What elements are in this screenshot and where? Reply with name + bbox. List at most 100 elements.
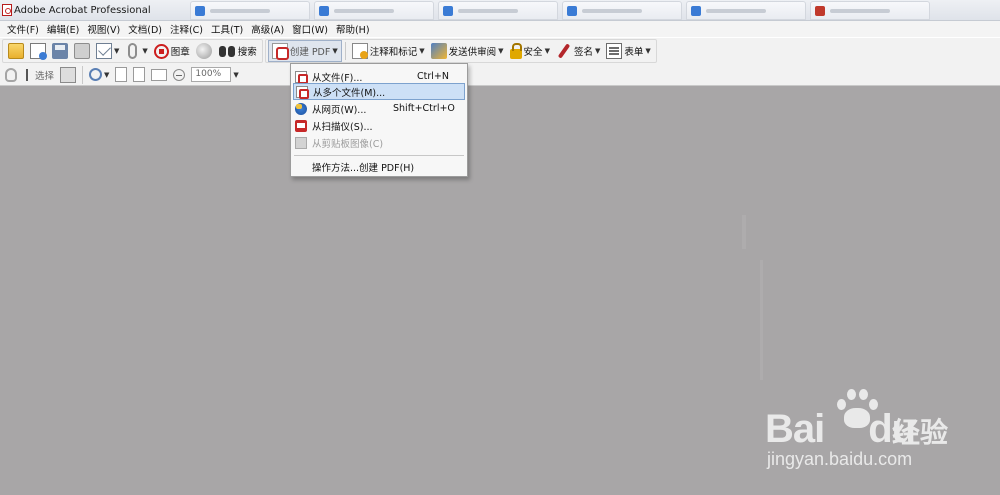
menu-from-clipboard: 从剪贴板图像(C) [293, 134, 465, 151]
menu-view[interactable]: 视图(V) [83, 22, 124, 36]
create-pdf-button[interactable]: 创建 PDF ▼ [267, 40, 342, 62]
select-tool-button[interactable]: 选择 [20, 64, 57, 86]
pdf-page-icon [296, 85, 309, 99]
page-icon [115, 67, 128, 82]
fit-page-icon [133, 67, 146, 82]
comment-icon [351, 43, 368, 59]
main-toolbar: ▼ ▼ 图章 搜索 创建 PDF ▼ 注释和标记 ▼ 发送供审阅 ▼ 安全 ▼ 签名 ▼ … [0, 37, 1000, 64]
hand-tool-button[interactable] [2, 64, 20, 86]
search-label: 搜索 [237, 47, 257, 58]
toolbar-separator [344, 42, 346, 60]
menu-item-label: 从网页(W)... [312, 104, 367, 116]
zoom-level-input[interactable]: 100% [191, 67, 232, 82]
organizer-icon [30, 43, 47, 60]
menu-item-label: 操作方法...创建 PDF(H) [312, 162, 415, 174]
forms-button[interactable]: 表单 ▼ [603, 40, 653, 62]
email-button[interactable]: ▼ [93, 40, 122, 62]
zoom-out-icon [173, 68, 186, 81]
background-tab[interactable] [686, 1, 806, 20]
form-icon [606, 43, 623, 59]
zoom-out-button[interactable] [170, 64, 188, 86]
baidu-jingyan-watermark: Bai du 经验 jingyan.baidu.com [765, 385, 955, 475]
document-area-artifact [760, 260, 763, 380]
send-review-button[interactable]: 发送供审阅 ▼ [428, 40, 507, 62]
camera-icon [60, 66, 77, 83]
chevron-down-icon: ▼ [332, 47, 338, 55]
globe-icon [195, 43, 212, 59]
background-browser-tabs [190, 0, 930, 21]
menu-tools[interactable]: 工具(T) [207, 22, 247, 36]
printer-icon [74, 43, 90, 59]
chevron-down-icon: ▼ [104, 70, 110, 79]
chevron-down-icon: ▼ [419, 47, 425, 55]
menu-item-shortcut: Ctrl+N [417, 71, 449, 82]
menu-item-label: 从多个文件(M)... [313, 87, 386, 99]
menu-edit[interactable]: 编辑(E) [43, 22, 83, 36]
fit-width-button[interactable] [148, 64, 170, 86]
paperclip-icon [128, 43, 138, 59]
stamp-label: 图章 [170, 47, 190, 58]
file-toolbar-group: ▼ ▼ 图章 搜索 [2, 39, 263, 63]
chevron-down-icon: ▼ [498, 47, 504, 55]
actual-size-button[interactable] [112, 64, 130, 86]
background-tab[interactable] [438, 1, 558, 20]
pdf-page-icon [295, 70, 308, 84]
zoom-tool-button[interactable]: ▼ [86, 64, 112, 86]
background-tab[interactable] [810, 1, 930, 20]
menu-file[interactable]: 文件(F) [3, 22, 43, 36]
secure-button[interactable]: 安全 ▼ [507, 40, 553, 62]
print-button[interactable] [71, 40, 93, 62]
stamp-icon [153, 43, 169, 59]
navigation-toolbar: 选择 ▼ 100% ▼ [0, 64, 1000, 86]
menu-document[interactable]: 文档(D) [124, 22, 166, 36]
menu-bar: 文件(F) 编辑(E) 视图(V) 文档(D) 注释(C) 工具(T) 高级(A… [0, 21, 1000, 37]
search-button[interactable]: 搜索 [215, 40, 260, 62]
clipboard-icon [295, 136, 307, 149]
text-cursor-icon [23, 67, 33, 83]
web-button[interactable] [193, 40, 215, 62]
menu-from-scanner[interactable]: 从扫描仪(S)... [293, 117, 465, 134]
acrobat-app-icon [2, 4, 12, 16]
organizer-button[interactable] [27, 40, 49, 62]
zoom-dropdown-icon[interactable]: ▼ [233, 71, 238, 79]
sign-button[interactable]: 签名 ▼ [553, 40, 603, 62]
email-icon [96, 43, 112, 59]
menu-from-web-page[interactable]: 从网页(W)... Shift+Ctrl+O [293, 100, 465, 117]
comment-markup-button[interactable]: 注释和标记 ▼ [349, 40, 428, 62]
menu-comments[interactable]: 注释(C) [166, 22, 207, 36]
menu-advanced[interactable]: 高级(A) [247, 22, 288, 36]
menu-how-to-create-pdf[interactable]: 操作方法...创建 PDF(H) [293, 158, 465, 175]
open-folder-icon [8, 43, 24, 59]
chevron-down-icon: ▼ [594, 47, 601, 55]
toolbar-separator [82, 65, 84, 84]
menu-item-label: 从扫描仪(S)... [312, 121, 373, 133]
attach-button[interactable]: ▼ [122, 40, 150, 62]
open-button[interactable] [5, 40, 27, 62]
menu-help[interactable]: 帮助(H) [332, 22, 374, 36]
menu-from-multiple-files[interactable]: 从多个文件(M)... [293, 83, 465, 100]
review-icon [430, 43, 447, 59]
save-button[interactable] [49, 40, 71, 62]
menu-separator [294, 155, 464, 156]
snapshot-button[interactable] [57, 64, 79, 86]
menu-window[interactable]: 窗口(W) [288, 22, 332, 36]
title-bar: Adobe Acrobat Professional [0, 0, 1000, 21]
sign-label: 签名 [573, 47, 593, 58]
hand-icon [5, 67, 17, 82]
background-tab[interactable] [314, 1, 434, 20]
create-pdf-icon [271, 43, 289, 60]
binoculars-icon [218, 43, 236, 59]
background-tab[interactable] [190, 1, 310, 20]
window-title: Adobe Acrobat Professional [14, 5, 151, 16]
web-icon [295, 102, 307, 115]
menu-item-label: 从文件(F)... [312, 72, 363, 84]
background-tab[interactable] [562, 1, 682, 20]
stamp-button[interactable]: 图章 [151, 40, 193, 62]
magnifier-icon [89, 68, 103, 81]
watermark-url: jingyan.baidu.com [767, 449, 913, 469]
tasks-toolbar-group: 创建 PDF ▼ 注释和标记 ▼ 发送供审阅 ▼ 安全 ▼ 签名 ▼ 表单 ▼ [264, 39, 657, 63]
create-pdf-label: 创建 PDF [289, 47, 331, 58]
fit-page-button[interactable] [130, 64, 148, 86]
menu-item-shortcut: Shift+Ctrl+O [393, 103, 455, 114]
chevron-down-icon: ▼ [114, 47, 120, 55]
